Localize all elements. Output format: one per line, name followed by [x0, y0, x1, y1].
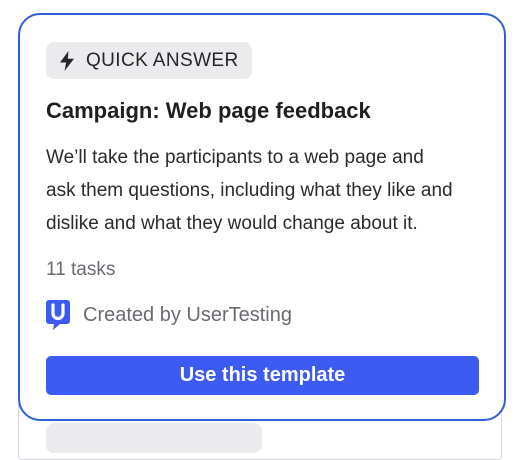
next-card-badge	[46, 423, 262, 453]
task-count: 11 tasks	[46, 259, 116, 280]
usertesting-logo-icon	[46, 300, 70, 330]
template-description: We’ll take the participants to a web pag…	[46, 147, 453, 234]
template-title: Campaign: Web page feedback	[46, 98, 371, 123]
creator-info: Created by UserTesting	[46, 300, 292, 330]
template-card[interactable]: QUICK ANSWER Campaign: Web page feedback…	[18, 13, 506, 421]
creator-label: Created by UserTesting	[83, 303, 292, 326]
template-type-badge: QUICK ANSWER	[46, 42, 252, 79]
badge-label: QUICK ANSWER	[86, 49, 239, 71]
lightning-bolt-icon	[60, 50, 74, 71]
use-template-button[interactable]: Use this template	[46, 356, 479, 395]
